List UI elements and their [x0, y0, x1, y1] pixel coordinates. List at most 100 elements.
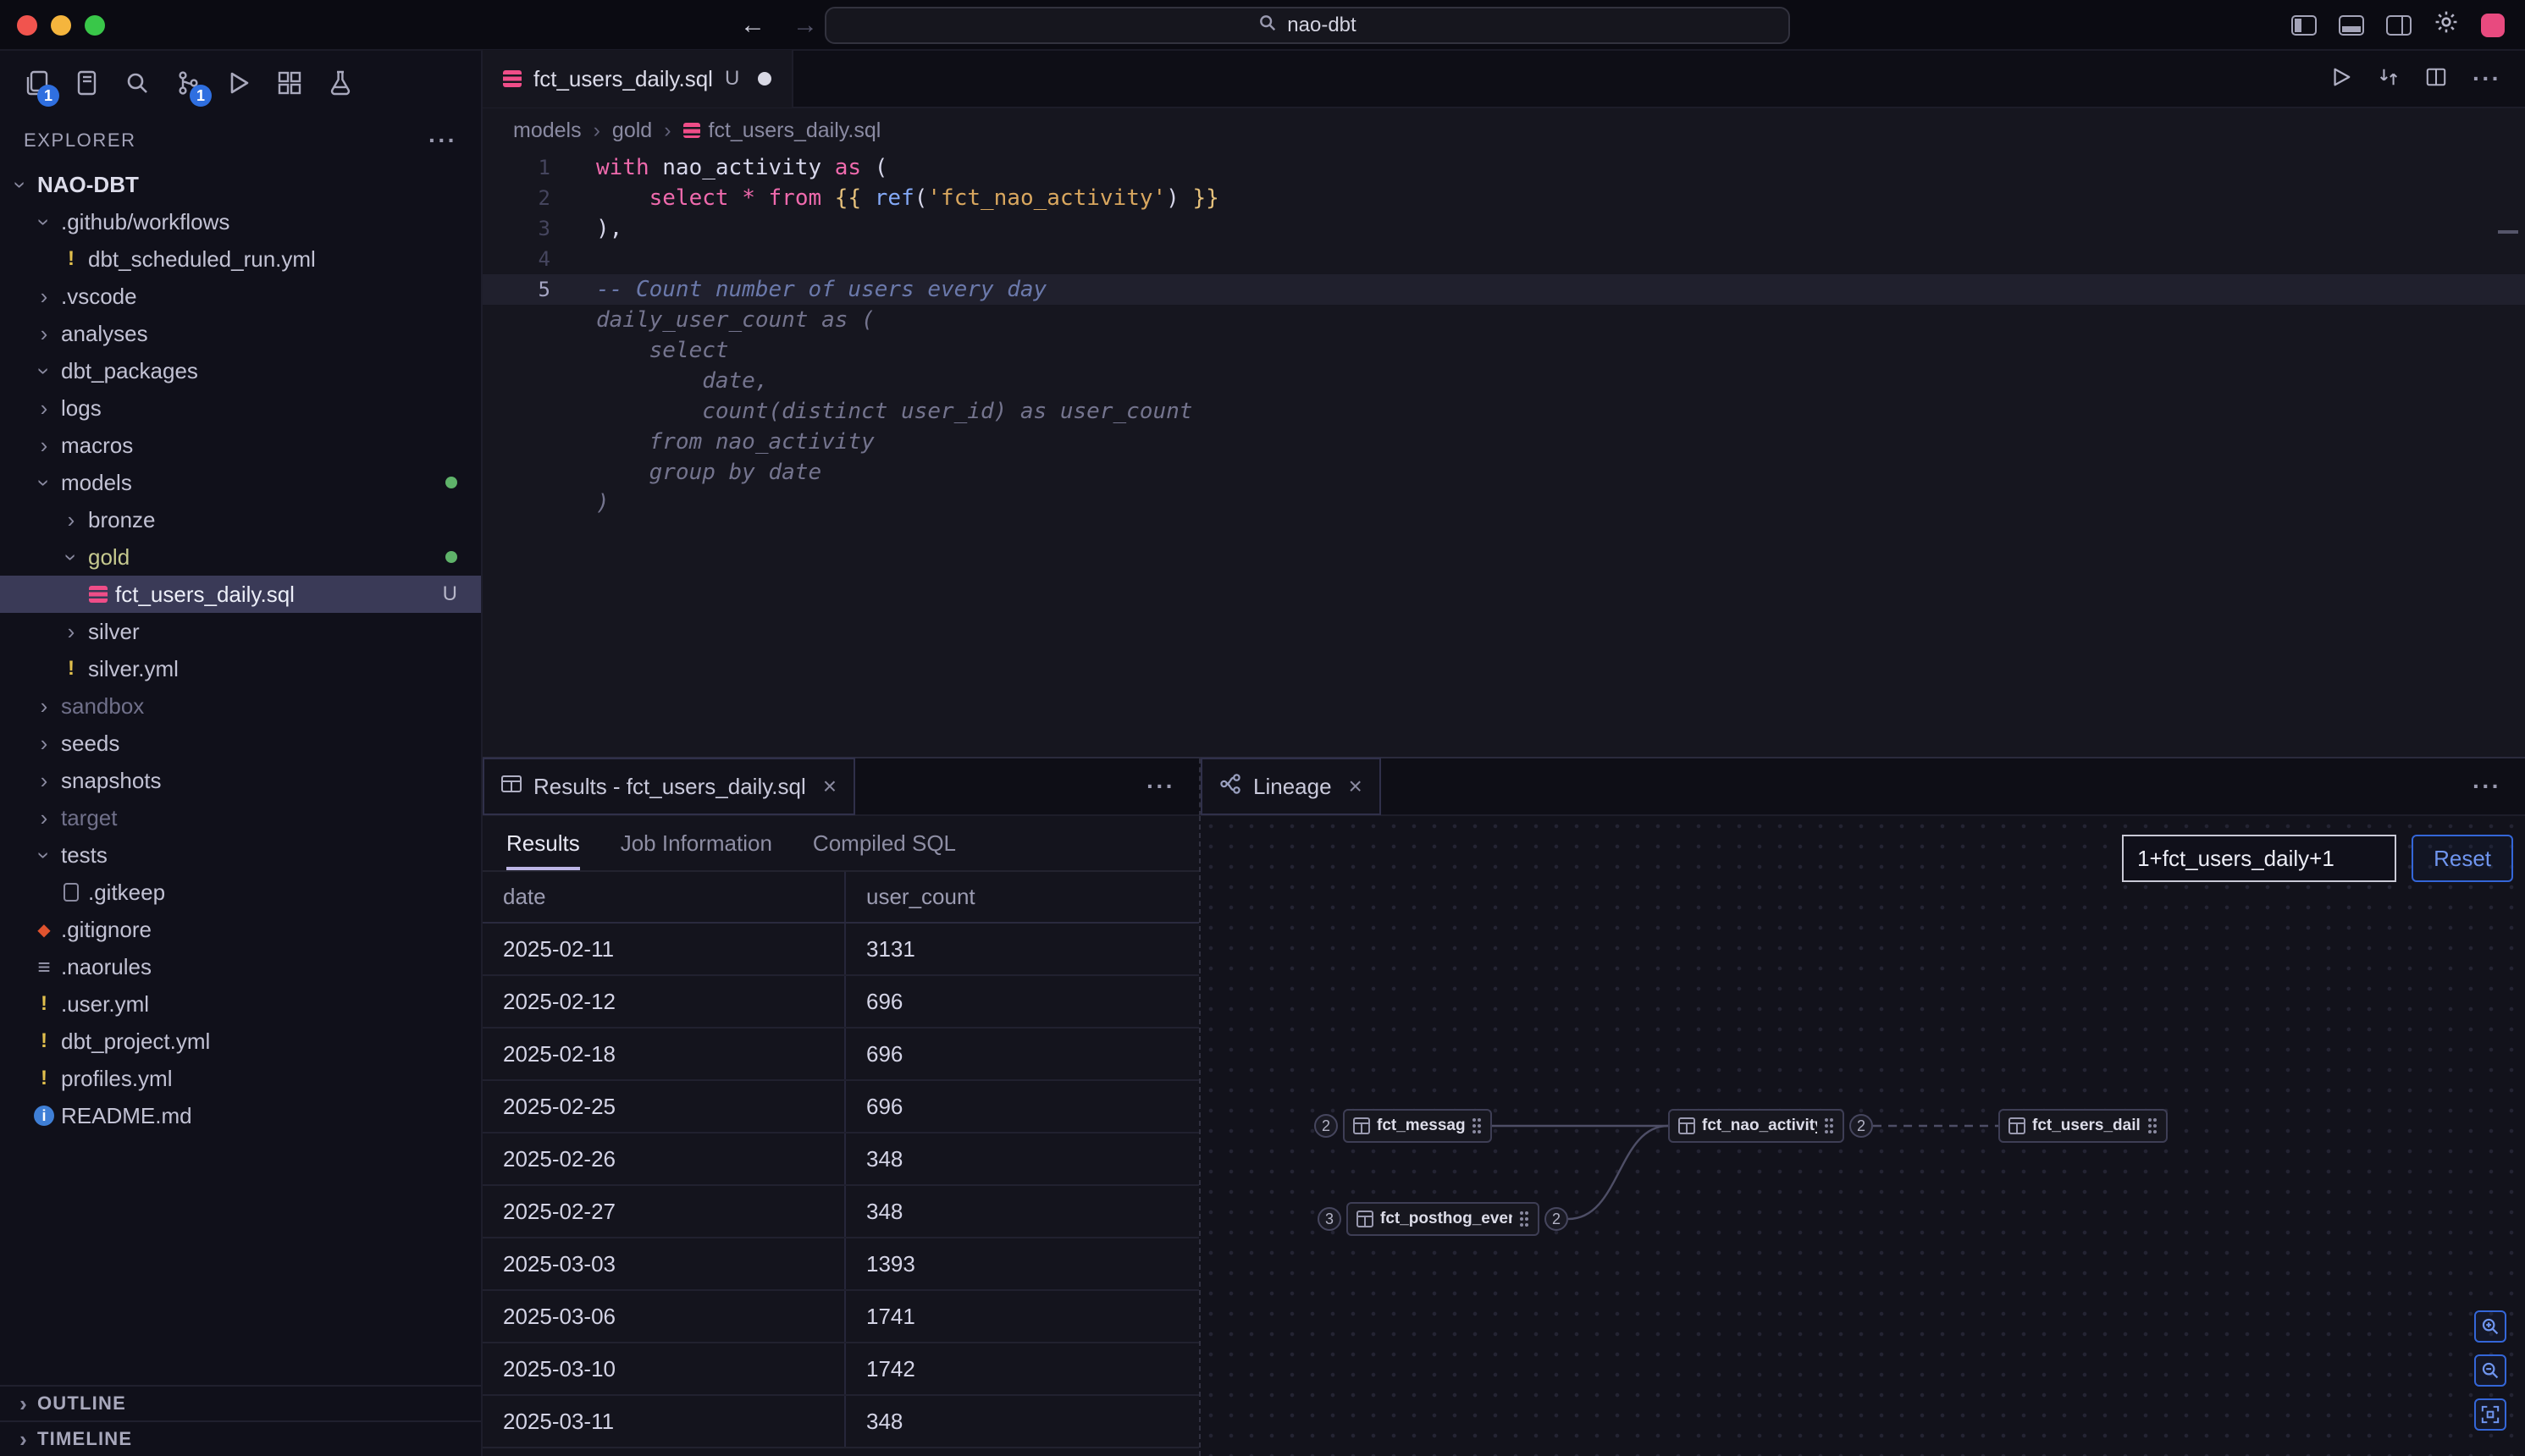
history-forward-button[interactable]: →: [793, 11, 818, 40]
breadcrumb-item[interactable]: gold: [612, 119, 652, 143]
tree-item-snapshots[interactable]: ›snapshots: [0, 762, 481, 799]
tree-item-fct_users_daily.sql[interactable]: fct_users_daily.sqlU: [0, 576, 481, 613]
column-header-date[interactable]: date: [483, 872, 845, 923]
table-row[interactable]: 2025-03-061741: [483, 1290, 1199, 1343]
notebook-icon[interactable]: [64, 61, 108, 105]
extensions-icon[interactable]: [268, 61, 312, 105]
drag-handle-icon[interactable]: [2147, 1117, 2158, 1134]
tree-item-bronze[interactable]: ›bronze: [0, 501, 481, 538]
tree-item-silver.yml[interactable]: !silver.yml: [0, 650, 481, 687]
tree-root-nao-dbt[interactable]: › NAO-DBT: [0, 166, 481, 203]
table-row[interactable]: 2025-02-26348: [483, 1133, 1199, 1185]
tests-icon[interactable]: [318, 61, 362, 105]
editor-more-actions-icon[interactable]: ···: [2473, 65, 2501, 92]
lineage-node-fct_users_daily[interactable]: fct_users_daily: [1998, 1109, 2168, 1143]
tree-item-dbt_packages[interactable]: ›dbt_packages: [0, 352, 481, 389]
code-line-2[interactable]: 2 select * from {{ ref('fct_nao_activity…: [483, 183, 2525, 213]
code-editor[interactable]: 1with nao_activity as (2 select * from {…: [483, 152, 2525, 757]
layout-sidebar-left-icon[interactable]: [2291, 15, 2317, 36]
lineage-node-fct_messages[interactable]: fct_messages: [1343, 1109, 1492, 1143]
table-row[interactable]: 2025-03-11348: [483, 1395, 1199, 1448]
more-actions-icon[interactable]: ···: [428, 127, 457, 154]
close-icon[interactable]: ×: [1349, 773, 1362, 800]
lineage-node-fct_nao_activity[interactable]: fct_nao_activity: [1668, 1109, 1844, 1143]
tree-item-logs[interactable]: ›logs: [0, 389, 481, 427]
table-row[interactable]: 2025-02-27348: [483, 1185, 1199, 1238]
column-header-user_count[interactable]: user_count: [845, 872, 1199, 923]
git-change-dot: [445, 551, 457, 563]
table-row[interactable]: 2025-03-101742: [483, 1343, 1199, 1395]
lineage-panel-tab[interactable]: Lineage ×: [1201, 758, 1381, 815]
code-line-5[interactable]: 5-- Count number of users every day: [483, 274, 2525, 305]
sidebar-section-outline[interactable]: ›OUTLINE: [0, 1385, 481, 1420]
tree-item-.gitignore[interactable]: ◆.gitignore: [0, 911, 481, 948]
maximize-window-button[interactable]: [85, 15, 105, 36]
code-line-3[interactable]: 3),: [483, 213, 2525, 244]
modified-dot-icon[interactable]: [758, 72, 771, 85]
table-row[interactable]: 2025-02-18696: [483, 1028, 1199, 1080]
breadcrumb-item[interactable]: models: [513, 119, 582, 143]
search-icon[interactable]: [115, 61, 159, 105]
panel-subtab-job-information[interactable]: Job Information: [600, 816, 793, 870]
code-line-4[interactable]: 4: [483, 244, 2525, 274]
results-panel-tab[interactable]: Results - fct_users_daily.sql ×: [483, 758, 855, 815]
drag-handle-icon[interactable]: [1824, 1117, 1834, 1134]
minimize-window-button[interactable]: [51, 15, 71, 36]
table-row[interactable]: 2025-02-113131: [483, 923, 1199, 975]
tree-item-.github/workflows[interactable]: ›.github/workflows: [0, 203, 481, 240]
tree-item-tests[interactable]: ›tests: [0, 836, 481, 874]
tree-item-silver[interactable]: ›silver: [0, 613, 481, 650]
zoom-in-icon[interactable]: [2474, 1310, 2506, 1343]
tree-item-models[interactable]: ›models: [0, 464, 481, 501]
tree-item-.user.yml[interactable]: !.user.yml: [0, 985, 481, 1023]
close-window-button[interactable]: [17, 15, 37, 36]
fit-view-icon[interactable]: [2474, 1398, 2506, 1431]
drag-handle-icon[interactable]: [1472, 1117, 1482, 1134]
lineage-more-actions-icon[interactable]: ···: [2473, 773, 2501, 800]
split-editor-icon[interactable]: [2425, 63, 2447, 95]
lineage-canvas[interactable]: 1+fct_users_daily+1 Reset fct_messages2f…: [1199, 816, 2525, 1456]
panel-subtab-compiled-sql[interactable]: Compiled SQL: [793, 816, 976, 870]
tree-item-seeds[interactable]: ›seeds: [0, 725, 481, 762]
settings-gear-icon[interactable]: [2434, 9, 2459, 41]
table-row[interactable]: 2025-02-12696: [483, 975, 1199, 1028]
lineage-node-fct_posthog_events[interactable]: fct_posthog_events: [1346, 1202, 1539, 1236]
compare-changes-icon[interactable]: [2378, 63, 2400, 95]
lineage-filter-input[interactable]: 1+fct_users_daily+1: [2122, 835, 2396, 882]
run-debug-icon[interactable]: [217, 61, 261, 105]
lineage-reset-button[interactable]: Reset: [2412, 835, 2513, 882]
panel-subtab-results[interactable]: Results: [486, 816, 600, 870]
editor-tab-fct-users-daily[interactable]: fct_users_daily.sql U: [483, 50, 793, 108]
tree-item-README.md[interactable]: iREADME.md: [0, 1097, 481, 1134]
layout-panel-icon[interactable]: [2339, 15, 2364, 36]
tree-item-analyses[interactable]: ›analyses: [0, 315, 481, 352]
nao-logo-icon[interactable]: [2481, 14, 2505, 37]
explorer-icon[interactable]: 1: [14, 61, 58, 105]
git-status-badge: U: [725, 67, 739, 91]
panel-more-actions-icon[interactable]: ···: [1146, 773, 1175, 800]
tree-item-.naorules[interactable]: ≡.naorules: [0, 948, 481, 985]
tree-item-sandbox[interactable]: ›sandbox: [0, 687, 481, 725]
sidebar-section-timeline[interactable]: ›TIMELINE: [0, 1420, 481, 1456]
tree-item-gold[interactable]: ›gold: [0, 538, 481, 576]
layout-sidebar-right-icon[interactable]: [2386, 15, 2412, 36]
tree-item-target[interactable]: ›target: [0, 799, 481, 836]
tree-item-profiles.yml[interactable]: !profiles.yml: [0, 1060, 481, 1097]
tree-item-macros[interactable]: ›macros: [0, 427, 481, 464]
breadcrumb-item[interactable]: fct_users_daily.sql: [683, 119, 881, 143]
table-row[interactable]: 2025-02-25696: [483, 1080, 1199, 1133]
tree-item-dbt_project.yml[interactable]: !dbt_project.yml: [0, 1023, 481, 1060]
run-query-icon[interactable]: [2330, 63, 2352, 95]
code-line-1[interactable]: 1with nao_activity as (: [483, 152, 2525, 183]
tree-item-.gitkeep[interactable]: .gitkeep: [0, 874, 481, 911]
tree-item-.vscode[interactable]: ›.vscode: [0, 278, 481, 315]
tree-item-dbt_scheduled_run.yml[interactable]: !dbt_scheduled_run.yml: [0, 240, 481, 278]
table-row[interactable]: 2025-03-031393: [483, 1238, 1199, 1290]
drag-handle-icon[interactable]: [1519, 1211, 1529, 1227]
lineage-zoom-controls: [2474, 1310, 2506, 1431]
history-back-button[interactable]: ←: [740, 11, 765, 40]
command-center-search[interactable]: nao-dbt: [825, 7, 1790, 44]
source-control-icon[interactable]: 1: [166, 61, 210, 105]
zoom-out-icon[interactable]: [2474, 1354, 2506, 1387]
close-icon[interactable]: ×: [823, 773, 837, 800]
